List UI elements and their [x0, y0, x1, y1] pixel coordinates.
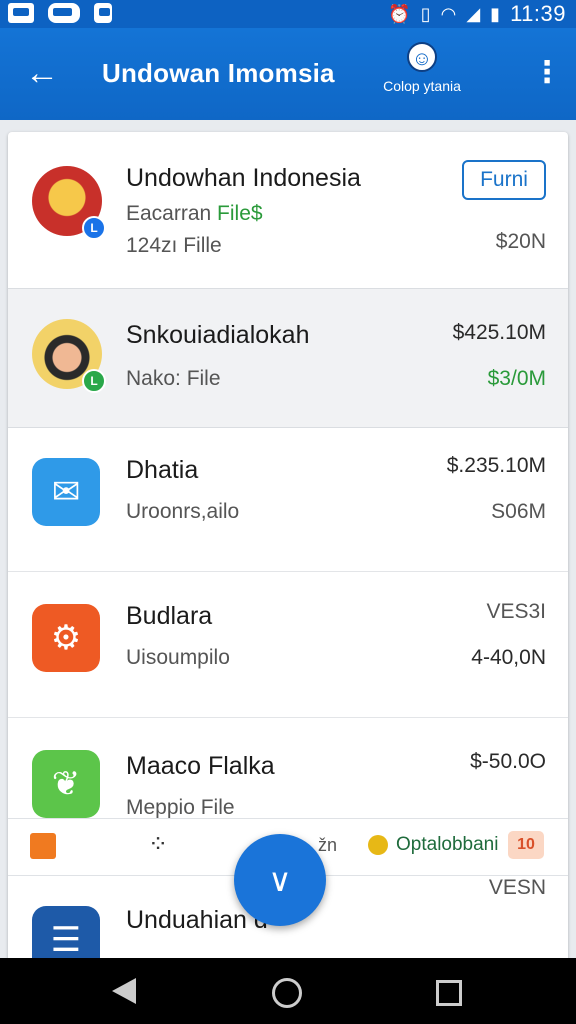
status-badge: L: [82, 369, 106, 393]
navigation-bar: [0, 958, 576, 1024]
form-button[interactable]: Furni: [462, 160, 546, 200]
nav-back-icon[interactable]: [112, 978, 136, 1004]
item-subtitle: Uroonrs,ailo: [126, 500, 240, 523]
item-value: $20N: [495, 230, 546, 253]
item-name: Maaco Flalka: [126, 752, 275, 780]
system-icons: ⏰ ▯ ◠ ◢ ▮ 11:39: [388, 0, 566, 28]
item-subtitle-prefix: Eacarran: [126, 202, 218, 225]
voicemail-icon: [48, 3, 80, 23]
notification-icons: [8, 3, 112, 23]
item-subtitle: Uisoumpilo: [126, 646, 230, 669]
app-bar: ← Undowan Imomsia ☺ Colop ytania ⋮: [0, 28, 576, 120]
item-subtitle-highlight: File$: [217, 202, 263, 225]
item-size: 124zı Fille: [126, 234, 222, 257]
item-name: Dhatia: [126, 456, 199, 484]
list-item[interactable]: ⚙ Budlara Uisoumpilo VES3I 4-40,0N: [8, 572, 568, 718]
battery-icon: ▮: [490, 4, 501, 24]
toolbar-label[interactable]: Optalobbani: [396, 834, 498, 856]
item-name: Undowhan Indonesia: [126, 164, 361, 192]
garuda-avatar-icon: L: [32, 166, 106, 240]
nav-home-icon[interactable]: [272, 978, 302, 1008]
document-app-icon: ☰: [32, 906, 100, 962]
photo-icon: [8, 3, 34, 23]
item-name: Budlara: [126, 602, 213, 630]
item-secondary-value: 4-40,0N: [471, 646, 546, 669]
item-value: $-50.0O: [470, 750, 546, 773]
profile-button[interactable]: ☺ Colop ytania: [370, 42, 474, 94]
status-badge: L: [82, 216, 106, 240]
more-vert-icon[interactable]: ⋮: [532, 56, 562, 92]
nav-recents-icon[interactable]: [436, 980, 462, 1006]
item-value: $.235.10M: [446, 454, 546, 477]
chevron-down-icon[interactable]: ∨: [234, 834, 326, 926]
profile-icon: ☺: [407, 42, 437, 72]
signal-icon: ◢: [466, 4, 481, 24]
item-value: VES3I: [486, 600, 546, 623]
back-arrow-icon[interactable]: ←: [22, 54, 62, 94]
alarm-icon: ⏰: [388, 4, 411, 24]
item-secondary-value: $3/0M: [487, 367, 546, 390]
leaf-app-icon: ❦: [32, 750, 100, 818]
toolbar-text: žn: [318, 835, 338, 855]
person-avatar-icon: L: [32, 319, 106, 393]
item-value: VESN: [488, 876, 546, 899]
item-subtitle: Eacarran File$: [126, 202, 263, 226]
list-item[interactable]: L Undowhan Indonesia Eacarran File$ 124z…: [8, 132, 568, 288]
count-badge[interactable]: 10: [508, 831, 544, 859]
list-item[interactable]: ✉ Dhatia Uroonrs,ailo $.235.10M S06M: [8, 428, 568, 572]
vibrate-icon: ▯: [420, 4, 431, 24]
chat-app-icon: ✉: [32, 458, 100, 526]
item-name: Snkouiadialokah: [126, 321, 310, 349]
profile-label: Colop ytania: [383, 78, 461, 94]
wifi-icon: ◠: [440, 4, 457, 24]
orange-square-icon[interactable]: [30, 833, 56, 859]
list-item[interactable]: ❦ Maaco Flalka Meppio File $-50.0O: [8, 718, 568, 819]
status-bar: ⏰ ▯ ◠ ◢ ▮ 11:39: [0, 0, 576, 28]
dots-icon[interactable]: ⁘: [148, 833, 168, 857]
coin-icon: [368, 835, 388, 855]
gear-app-icon: ⚙: [32, 604, 100, 672]
app-title: Undowan Imomsia: [102, 58, 335, 88]
app-notification-icon: [94, 3, 112, 23]
clock: 11:39: [510, 1, 566, 26]
item-secondary-value: S06M: [491, 500, 546, 523]
item-subtitle: Nako: File: [126, 367, 221, 390]
list-item[interactable]: L Snkouiadialokah Nako: File $425.10M $3…: [8, 288, 568, 428]
item-subtitle: Meppio File: [126, 796, 235, 819]
item-value: $425.10M: [452, 321, 546, 344]
